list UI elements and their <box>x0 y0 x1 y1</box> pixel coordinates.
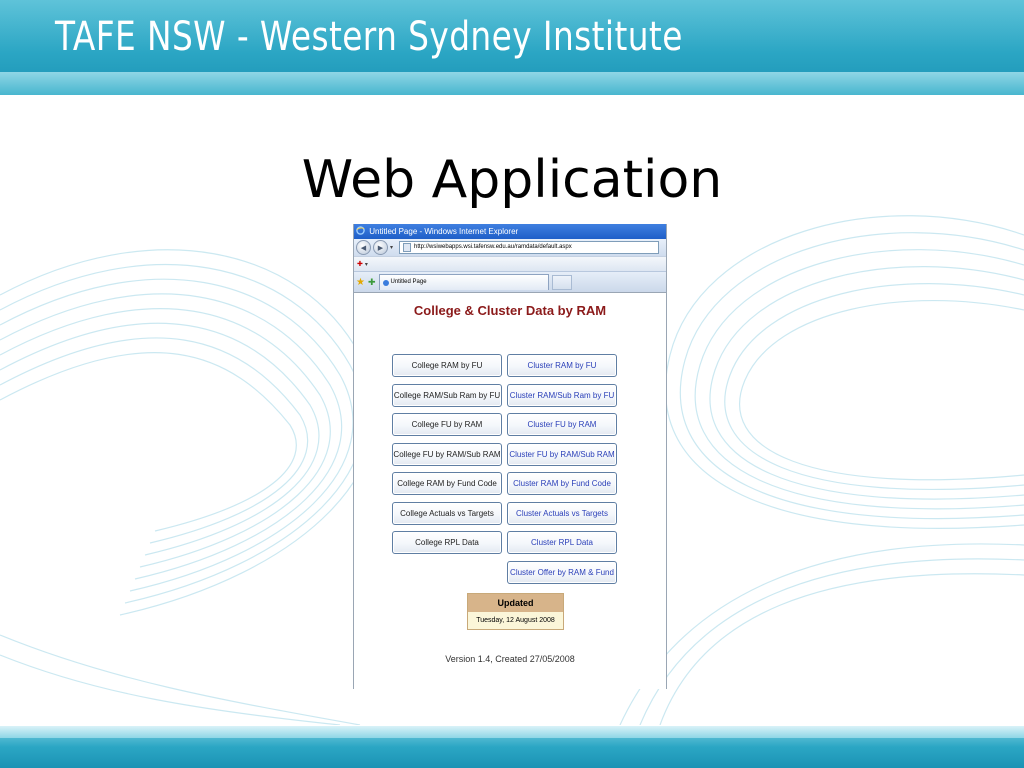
slide-footer-band <box>0 726 1024 768</box>
footer-highlight <box>0 726 1024 738</box>
browser-navbar: ◀ ▶ ▾ http://wsiwebapps.wsi.tafensw.edu.… <box>354 239 666 256</box>
cluster-fu-by-ram-button[interactable]: Cluster FU by RAM <box>507 413 617 436</box>
button-row: College RAM by FU Cluster RAM by FU <box>392 354 622 379</box>
add-favorite-icon[interactable]: ✚ <box>368 277 376 288</box>
institute-title: TAFE NSW - Western Sydney Institute <box>55 14 683 60</box>
version-text: Version 1.4, Created 27/05/2008 <box>445 654 575 664</box>
button-row: College RPL Data Cluster RPL Data <box>392 531 622 556</box>
tab-label: Untitled Page <box>390 279 427 285</box>
button-row: College FU by RAM/Sub RAM Cluster FU by … <box>392 442 622 468</box>
tab-page-icon <box>382 279 389 286</box>
address-url: http://wsiwebapps.wsi.tafensw.edu.au/ram… <box>414 244 572 250</box>
browser-tab[interactable]: Untitled Page <box>378 274 549 290</box>
browser-window-title: Untitled Page - Windows Internet Explore… <box>369 227 519 236</box>
updated-label: Updated <box>468 594 563 612</box>
toolbar-dropdown-icon[interactable]: ▾ <box>365 261 368 268</box>
forward-button[interactable]: ▶ <box>373 240 388 255</box>
web-page-content: College & Cluster Data by RAM College RA… <box>354 292 666 688</box>
browser-window: Untitled Page - Windows Internet Explore… <box>353 224 667 689</box>
button-row: College RAM by Fund Code Cluster RAM by … <box>392 472 622 497</box>
slide-title: Web Application <box>301 150 723 210</box>
college-ram-by-fund-code-button[interactable]: College RAM by Fund Code <box>392 472 502 495</box>
ie-logo-icon <box>356 226 365 235</box>
college-fu-by-ram-button[interactable]: College FU by RAM <box>392 413 502 436</box>
new-tab-button[interactable] <box>551 274 572 290</box>
back-button[interactable]: ◀ <box>356 240 371 255</box>
header-stripe <box>0 72 1024 95</box>
browser-titlebar: Untitled Page - Windows Internet Explore… <box>354 224 666 239</box>
page-heading: College & Cluster Data by RAM <box>413 303 607 318</box>
cluster-actuals-vs-targets-button[interactable]: Cluster Actuals vs Targets <box>507 501 617 525</box>
cluster-ram-by-fu-button[interactable]: Cluster RAM by FU <box>507 354 617 377</box>
address-bar[interactable]: http://wsiwebapps.wsi.tafensw.edu.au/ram… <box>399 241 660 254</box>
college-actuals-vs-targets-button[interactable]: College Actuals vs Targets <box>392 501 502 525</box>
cluster-rpl-data-button[interactable]: Cluster RPL Data <box>507 531 617 554</box>
cluster-ram-by-fund-code-button[interactable]: Cluster RAM by Fund Code <box>507 472 617 495</box>
cluster-ram-subram-by-fu-button[interactable]: Cluster RAM/Sub Ram by FU <box>507 383 617 407</box>
report-button-grid: College RAM by FU Cluster RAM by FU Coll… <box>392 354 622 590</box>
browser-tabbar: ★ ✚ Untitled Page <box>354 271 666 292</box>
page-icon <box>403 243 412 252</box>
button-row: College FU by RAM Cluster FU by RAM <box>392 413 622 438</box>
slide-header-band: TAFE NSW - Western Sydney Institute <box>0 0 1024 95</box>
button-row: College RAM/Sub Ram by FU Cluster RAM/Su… <box>392 383 622 409</box>
updated-date: Tuesday, 12 August 2008 <box>468 612 563 629</box>
toolbar-icon[interactable]: ✚ <box>357 260 363 268</box>
forward-arrow-icon: ▶ <box>377 244 384 252</box>
favorites-star-icon[interactable]: ★ <box>356 277 365 288</box>
browser-commandbar: ✚ ▾ <box>354 256 666 271</box>
back-arrow-icon: ◀ <box>360 244 367 252</box>
dropdown-arrow-icon[interactable]: ▾ <box>390 244 393 251</box>
cluster-offer-by-ram-fund-button[interactable]: Cluster Offer by RAM & Fund <box>507 560 617 584</box>
cluster-fu-by-ram-subram-button[interactable]: Cluster FU by RAM/Sub RAM <box>507 442 617 466</box>
button-row: Cluster Offer by RAM & Fund <box>392 560 622 586</box>
college-ram-subram-by-fu-button[interactable]: College RAM/Sub Ram by FU <box>392 383 502 407</box>
college-fu-by-ram-subram-button[interactable]: College FU by RAM/Sub RAM <box>392 442 502 466</box>
updated-box: Updated Tuesday, 12 August 2008 <box>467 593 564 630</box>
button-row: College Actuals vs Targets Cluster Actua… <box>392 501 622 527</box>
college-rpl-data-button[interactable]: College RPL Data <box>392 531 502 554</box>
college-ram-by-fu-button[interactable]: College RAM by FU <box>392 354 502 377</box>
